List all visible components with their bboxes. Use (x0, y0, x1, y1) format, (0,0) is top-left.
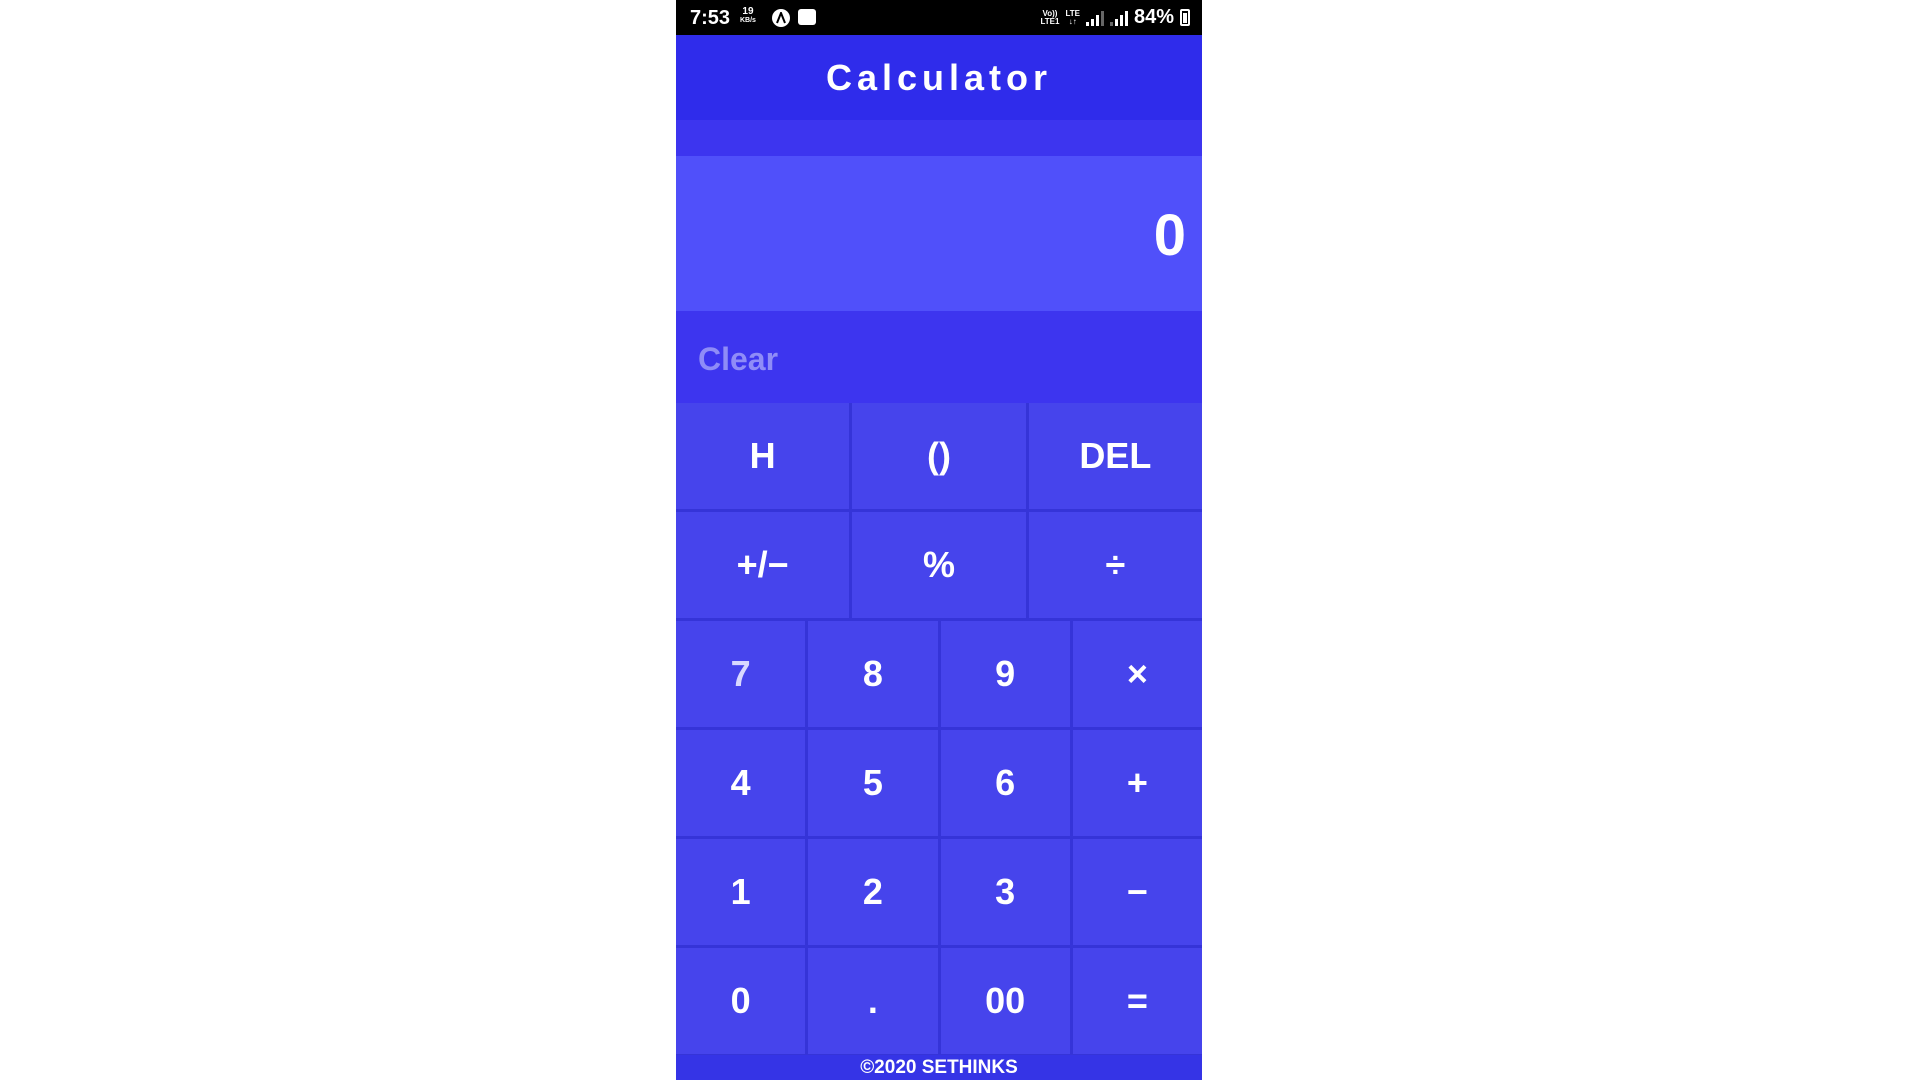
digit-7-button[interactable]: 7 (676, 621, 806, 727)
keypad-row-2: +/− % ÷ (676, 512, 1202, 618)
app-notification-icon (772, 9, 790, 27)
keypad-row-6: 0 . 00 = (676, 948, 1202, 1054)
plus-minus-button[interactable]: +/− (676, 512, 850, 618)
history-button[interactable]: H (676, 403, 850, 509)
digit-8-button[interactable]: 8 (808, 621, 938, 727)
keypad: H () DEL +/− % ÷ 7 8 9 × 4 5 6 + 1 2 3 −… (676, 403, 1202, 1055)
battery-icon (1180, 9, 1190, 26)
volte-bottom-label: LTE1 (1040, 16, 1060, 26)
phone-screen: 7:53 19 KB/s Vo)) LTE1 LTE ↓↑ 84% Calcul… (676, 0, 1202, 1080)
status-right-group: Vo)) LTE1 LTE ↓↑ 84% (1040, 6, 1190, 29)
display-spacer (676, 120, 1202, 156)
divide-button[interactable]: ÷ (1028, 512, 1202, 618)
keypad-row-5: 1 2 3 − (676, 839, 1202, 945)
keypad-row-3: 7 8 9 × (676, 621, 1202, 727)
network-speed-unit: KB/s (740, 17, 756, 24)
multiply-button[interactable]: × (1072, 621, 1202, 727)
digit-3-button[interactable]: 3 (940, 839, 1070, 945)
digit-6-button[interactable]: 6 (940, 730, 1070, 836)
status-bar: 7:53 19 KB/s Vo)) LTE1 LTE ↓↑ 84% (676, 0, 1202, 35)
lte-indicator: LTE ↓↑ (1065, 9, 1080, 26)
digit-9-button[interactable]: 9 (940, 621, 1070, 727)
parentheses-button[interactable]: () (852, 403, 1026, 509)
subtract-button[interactable]: − (1072, 839, 1202, 945)
display-value: 0 (1153, 203, 1186, 268)
digit-4-button[interactable]: 4 (676, 730, 806, 836)
battery-percent: 84% (1133, 6, 1174, 28)
keypad-row-4: 4 5 6 + (676, 730, 1202, 836)
equals-button[interactable]: = (1072, 948, 1202, 1054)
network-speed: 19 KB/s (740, 7, 756, 25)
decimal-point-button[interactable]: . (808, 948, 938, 1054)
keypad-row-1: H () DEL (676, 403, 1202, 509)
percent-button[interactable]: % (852, 512, 1026, 618)
volte-indicator: Vo)) LTE1 (1040, 9, 1060, 26)
signal-strength-icon-2 (1109, 10, 1128, 26)
signal-strength-icon-1 (1085, 10, 1104, 26)
digit-1-button[interactable]: 1 (676, 839, 806, 945)
network-speed-value: 19 (742, 6, 754, 17)
app-title: Calculator (825, 56, 1053, 98)
double-zero-button[interactable]: 00 (940, 948, 1070, 1054)
status-time: 7:53 (690, 7, 731, 29)
result-display: 0 (676, 156, 1202, 311)
clear-button[interactable]: Clear (698, 341, 778, 378)
add-button[interactable]: + (1072, 730, 1202, 836)
clear-row: Clear (676, 311, 1202, 403)
app-bar: Calculator (676, 35, 1202, 120)
delete-button[interactable]: DEL (1028, 403, 1202, 509)
footer-copyright: ©2020 SETHINKS (676, 1055, 1202, 1080)
digit-0-button[interactable]: 0 (676, 948, 806, 1054)
hotspot-icon (798, 9, 816, 25)
digit-2-button[interactable]: 2 (808, 839, 938, 945)
digit-5-button[interactable]: 5 (808, 730, 938, 836)
data-arrows-icon: ↓↑ (1068, 16, 1077, 26)
